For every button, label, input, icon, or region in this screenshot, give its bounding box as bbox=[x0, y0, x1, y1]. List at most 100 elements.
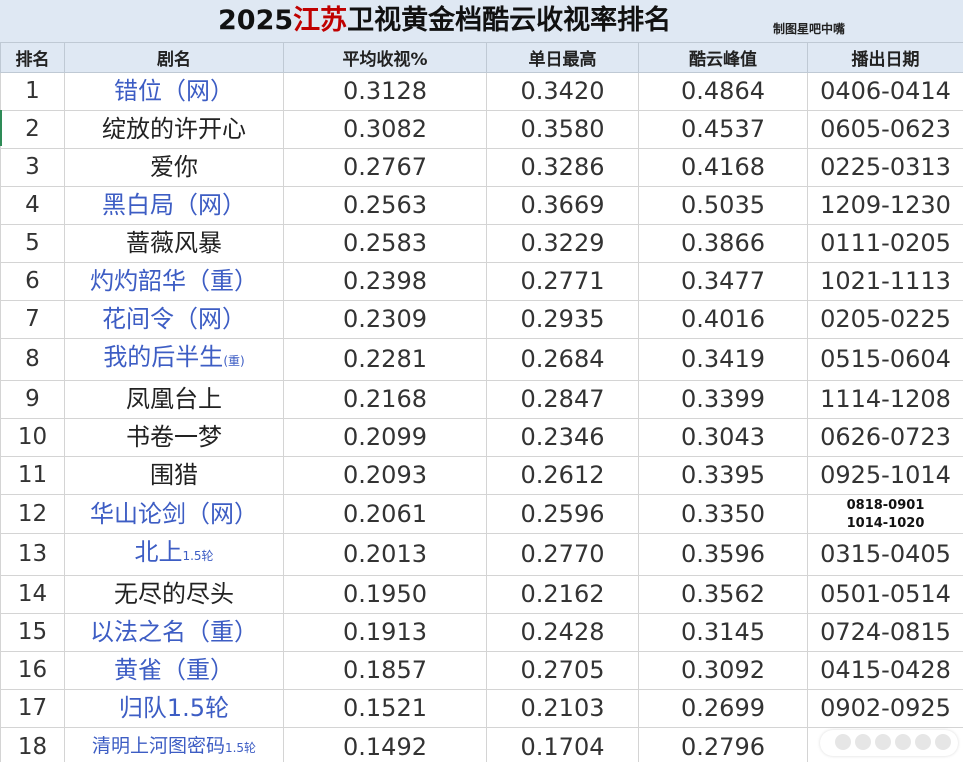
cell-max[interactable]: 0.2346 bbox=[486, 418, 639, 457]
cell-rank[interactable]: 8 bbox=[0, 338, 65, 381]
cell-date[interactable]: 0225-0313 bbox=[807, 148, 963, 187]
cell-rank[interactable]: 2 bbox=[0, 110, 65, 149]
cell-max[interactable]: 0.3286 bbox=[486, 148, 639, 187]
cell-date[interactable]: 0724-0815 bbox=[807, 613, 963, 652]
cell-peak[interactable]: 0.3043 bbox=[638, 418, 808, 457]
cell-date[interactable]: 0902-0925 bbox=[807, 689, 963, 728]
cell-peak[interactable]: 0.4168 bbox=[638, 148, 808, 187]
header-peak[interactable]: 酷云峰值 bbox=[638, 42, 808, 73]
cell-date[interactable]: 0605-0623 bbox=[807, 110, 963, 149]
cell-avg[interactable]: 0.1521 bbox=[283, 689, 487, 728]
cell-rank[interactable]: 3 bbox=[0, 148, 65, 187]
cell-max[interactable]: 0.2770 bbox=[486, 533, 639, 576]
cell-name[interactable]: 绽放的许开心 bbox=[64, 110, 284, 149]
cell-date[interactable]: 0515-0604 bbox=[807, 338, 963, 381]
cell-max[interactable]: 0.2771 bbox=[486, 262, 639, 301]
cell-rank[interactable]: 12 bbox=[0, 494, 65, 534]
cell-date[interactable]: 0415-0428 bbox=[807, 651, 963, 690]
cell-rank[interactable]: 6 bbox=[0, 262, 65, 301]
cell-date[interactable]: 1021-1113 bbox=[807, 262, 963, 301]
cell-name[interactable]: 我的后半生(重) bbox=[64, 338, 284, 381]
header-rank[interactable]: 排名 bbox=[0, 42, 65, 73]
cell-avg[interactable]: 0.2309 bbox=[283, 300, 487, 339]
cell-rank[interactable]: 16 bbox=[0, 651, 65, 690]
cell-date[interactable]: 1209-1230 bbox=[807, 186, 963, 225]
cell-avg[interactable]: 0.2398 bbox=[283, 262, 487, 301]
cell-name[interactable]: 书卷一梦 bbox=[64, 418, 284, 457]
cell-avg[interactable]: 0.2583 bbox=[283, 224, 487, 263]
cell-max[interactable]: 0.2847 bbox=[486, 380, 639, 419]
cell-name[interactable]: 归队1.5轮 bbox=[64, 689, 284, 728]
cell-avg[interactable]: 0.3128 bbox=[283, 72, 487, 111]
cell-name[interactable]: 黑白局（网） bbox=[64, 186, 284, 225]
cell-name[interactable]: 清明上河图密码1.5轮 bbox=[64, 727, 284, 762]
cell-peak[interactable]: 0.3395 bbox=[638, 456, 808, 495]
cell-rank[interactable]: 13 bbox=[0, 533, 65, 576]
cell-rank[interactable]: 9 bbox=[0, 380, 65, 419]
cell-date[interactable]: 0111-0205 bbox=[807, 224, 963, 263]
cell-avg[interactable]: 0.2168 bbox=[283, 380, 487, 419]
cell-date[interactable]: 0626-0723 bbox=[807, 418, 963, 457]
cell-name[interactable]: 爱你 bbox=[64, 148, 284, 187]
cell-name[interactable]: 灼灼韶华（重） bbox=[64, 262, 284, 301]
cell-max[interactable]: 0.2428 bbox=[486, 613, 639, 652]
header-name[interactable]: 剧名 bbox=[64, 42, 284, 73]
cell-avg[interactable]: 0.2563 bbox=[283, 186, 487, 225]
cell-peak[interactable]: 0.3145 bbox=[638, 613, 808, 652]
cell-max[interactable]: 0.3669 bbox=[486, 186, 639, 225]
cell-rank[interactable]: 4 bbox=[0, 186, 65, 225]
cell-rank[interactable]: 11 bbox=[0, 456, 65, 495]
cell-peak[interactable]: 0.3562 bbox=[638, 575, 808, 614]
cell-rank[interactable]: 15 bbox=[0, 613, 65, 652]
cell-avg[interactable]: 0.2767 bbox=[283, 148, 487, 187]
header-date[interactable]: 播出日期 bbox=[807, 42, 963, 73]
cell-name[interactable]: 无尽的尽头 bbox=[64, 575, 284, 614]
cell-name[interactable]: 凤凰台上 bbox=[64, 380, 284, 419]
cell-max[interactable]: 0.1704 bbox=[486, 727, 639, 762]
cell-max[interactable]: 0.3229 bbox=[486, 224, 639, 263]
cell-date[interactable]: 1114-1208 bbox=[807, 380, 963, 419]
cell-max[interactable]: 0.3420 bbox=[486, 72, 639, 111]
cell-peak[interactable]: 0.4864 bbox=[638, 72, 808, 111]
cell-rank[interactable]: 17 bbox=[0, 689, 65, 728]
cell-date[interactable]: 0925-1014 bbox=[807, 456, 963, 495]
cell-peak[interactable]: 0.3350 bbox=[638, 494, 808, 534]
cell-rank[interactable]: 10 bbox=[0, 418, 65, 457]
cell-name[interactable]: 黄雀（重） bbox=[64, 651, 284, 690]
cell-peak[interactable]: 0.2796 bbox=[638, 727, 808, 762]
cell-max[interactable]: 0.3580 bbox=[486, 110, 639, 149]
cell-avg[interactable]: 0.2013 bbox=[283, 533, 487, 576]
cell-peak[interactable]: 0.4016 bbox=[638, 300, 808, 339]
cell-peak[interactable]: 0.3596 bbox=[638, 533, 808, 576]
cell-peak[interactable]: 0.3092 bbox=[638, 651, 808, 690]
cell-max[interactable]: 0.2596 bbox=[486, 494, 639, 534]
cell-peak[interactable]: 0.4537 bbox=[638, 110, 808, 149]
cell-avg[interactable]: 0.2061 bbox=[283, 494, 487, 534]
cell-name[interactable]: 华山论剑（网） bbox=[64, 494, 284, 534]
cell-avg[interactable]: 0.1913 bbox=[283, 613, 487, 652]
cell-date[interactable]: 0406-0414 bbox=[807, 72, 963, 111]
cell-rank[interactable]: 18 bbox=[0, 727, 65, 762]
cell-max[interactable]: 0.2705 bbox=[486, 651, 639, 690]
cell-avg[interactable]: 0.2093 bbox=[283, 456, 487, 495]
cell-avg[interactable]: 0.1492 bbox=[283, 727, 487, 762]
cell-avg[interactable]: 0.1857 bbox=[283, 651, 487, 690]
cell-peak[interactable]: 0.2699 bbox=[638, 689, 808, 728]
cell-avg[interactable]: 0.3082 bbox=[283, 110, 487, 149]
cell-max[interactable]: 0.2103 bbox=[486, 689, 639, 728]
cell-peak[interactable]: 0.3477 bbox=[638, 262, 808, 301]
cell-name[interactable]: 北上1.5轮 bbox=[64, 533, 284, 576]
cell-avg[interactable]: 0.2099 bbox=[283, 418, 487, 457]
cell-peak[interactable]: 0.3419 bbox=[638, 338, 808, 381]
cell-max[interactable]: 0.2612 bbox=[486, 456, 639, 495]
cell-peak[interactable]: 0.5035 bbox=[638, 186, 808, 225]
cell-rank[interactable]: 7 bbox=[0, 300, 65, 339]
header-avg[interactable]: 平均收视% bbox=[283, 42, 487, 73]
cell-name[interactable]: 花间令（网） bbox=[64, 300, 284, 339]
cell-avg[interactable]: 0.1950 bbox=[283, 575, 487, 614]
cell-rank[interactable]: 1 bbox=[0, 72, 65, 111]
cell-date[interactable]: 0315-0405 bbox=[807, 533, 963, 576]
cell-name[interactable]: 以法之名（重） bbox=[64, 613, 284, 652]
cell-max[interactable]: 0.2684 bbox=[486, 338, 639, 381]
cell-rank[interactable]: 14 bbox=[0, 575, 65, 614]
